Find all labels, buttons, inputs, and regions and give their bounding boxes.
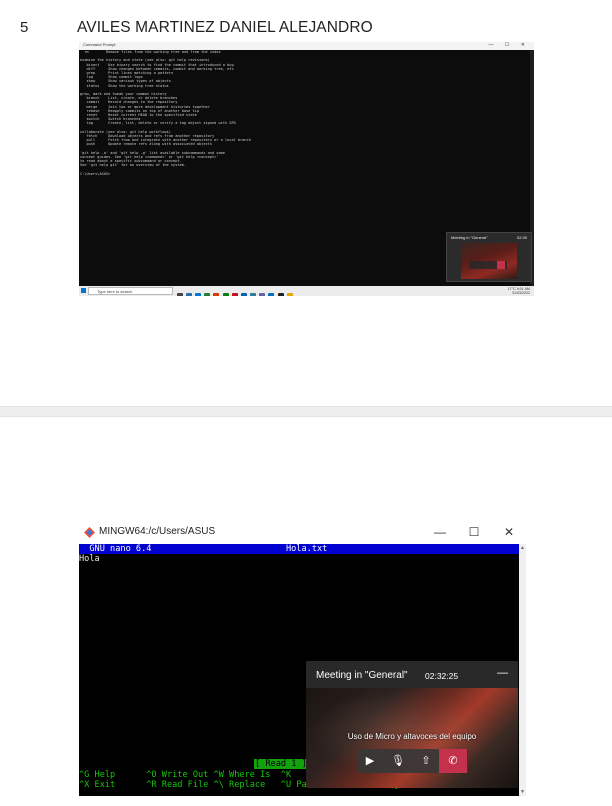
screenshot-command-prompt: Command Prompt — ☐ ✕ rm Remove files fro… xyxy=(79,42,534,296)
meeting-timer: 02:32:25 xyxy=(425,671,459,681)
mini-meeting-time: 02:30 xyxy=(516,235,527,240)
scroll-up-icon[interactable]: ▲ xyxy=(520,545,525,551)
hangup-button[interactable]: ✆ xyxy=(439,749,467,773)
taskbar-app-icon[interactable] xyxy=(259,293,266,296)
cmd-window-title: Command Prompt xyxy=(83,42,116,47)
page-divider xyxy=(0,406,612,417)
camera-icon[interactable]: ▶ xyxy=(357,749,383,773)
student-name: AVILES MARTINEZ DANIEL ALEJANDRO xyxy=(77,19,373,36)
nano-header-bar: GNU nano 6.4 Hola.txt xyxy=(79,544,519,554)
share-screen-icon[interactable]: ⇧ xyxy=(413,749,439,773)
mini-meeting-window[interactable]: Meeting in "General" 02:30 xyxy=(446,232,532,282)
page-number: 5 xyxy=(20,19,29,36)
mini-hangup-button[interactable] xyxy=(497,261,505,269)
taskbar-app-icons xyxy=(175,287,415,296)
cmd-terminal-output: rm Remove files from the working tree an… xyxy=(79,50,530,176)
taskbar-app-icon[interactable] xyxy=(286,293,293,296)
meeting-audio-caption: Uso de Micro y altavoces del equipo xyxy=(347,732,477,741)
taskbar-app-icon[interactable] xyxy=(204,293,211,296)
meeting-window[interactable]: Meeting in "General" 02:32:25 — Uso de M… xyxy=(306,661,518,788)
tray-date[interactable]: 31/03/2022 xyxy=(512,291,530,295)
mic-muted-icon[interactable]: 🎙 xyxy=(385,749,411,773)
taskbar-app-icon[interactable] xyxy=(231,293,238,296)
mingw-titlebar: MINGW64:/c/Users/ASUS — ☐ ✕ xyxy=(79,521,526,544)
meeting-minimize-button[interactable]: — xyxy=(497,667,508,679)
nano-file-content[interactable]: Hola xyxy=(79,554,100,564)
git-bash-logo-icon xyxy=(84,527,95,538)
taskbar-app-icon[interactable] xyxy=(222,293,229,296)
taskbar-app-icon[interactable] xyxy=(194,293,201,296)
meeting-title: Meeting in "General" xyxy=(316,670,408,681)
minimize-button[interactable]: — xyxy=(423,523,457,541)
nano-help-line-1: ^G Help ^O Write Out ^W Where Is ^K xyxy=(79,770,292,780)
windows-taskbar: Type here to search 17°C 9:01 AM 31/03/2… xyxy=(79,286,534,296)
mini-meeting-label: Meeting in "General" xyxy=(451,235,488,240)
screenshot-mingw64-nano: MINGW64:/c/Users/ASUS — ☐ ✕ GNU nano 6.4… xyxy=(79,521,526,796)
taskbar-app-icon[interactable] xyxy=(268,293,275,296)
cmd-window-controls[interactable]: — ☐ ✕ xyxy=(489,42,530,48)
mini-meeting-controls[interactable] xyxy=(469,261,507,269)
close-button[interactable]: ✕ xyxy=(492,523,526,541)
mingw-scrollbar[interactable]: ▲ ▼ xyxy=(519,544,526,796)
taskbar-app-icon[interactable] xyxy=(176,293,183,296)
mingw-window-title: MINGW64:/c/Users/ASUS xyxy=(99,526,216,537)
nano-status-message: [ Read 1 ] xyxy=(254,759,308,769)
taskbar-app-icon[interactable] xyxy=(250,293,257,296)
taskbar-search-box[interactable]: Type here to search xyxy=(88,287,173,295)
taskbar-app-icon[interactable] xyxy=(213,293,220,296)
scroll-down-icon[interactable]: ▼ xyxy=(520,789,525,795)
cmd-terminal-line: C:\Users\ASUS> xyxy=(80,171,111,176)
taskbar-app-icon[interactable] xyxy=(240,293,247,296)
taskbar-app-icon[interactable] xyxy=(185,293,192,296)
windows-start-icon[interactable] xyxy=(81,288,86,293)
taskbar-app-icon[interactable] xyxy=(277,293,284,296)
maximize-button[interactable]: ☐ xyxy=(457,523,491,541)
system-tray: 17°C 9:01 AM 31/03/2022 xyxy=(508,287,530,295)
cmd-titlebar: Command Prompt — ☐ ✕ xyxy=(79,42,534,50)
